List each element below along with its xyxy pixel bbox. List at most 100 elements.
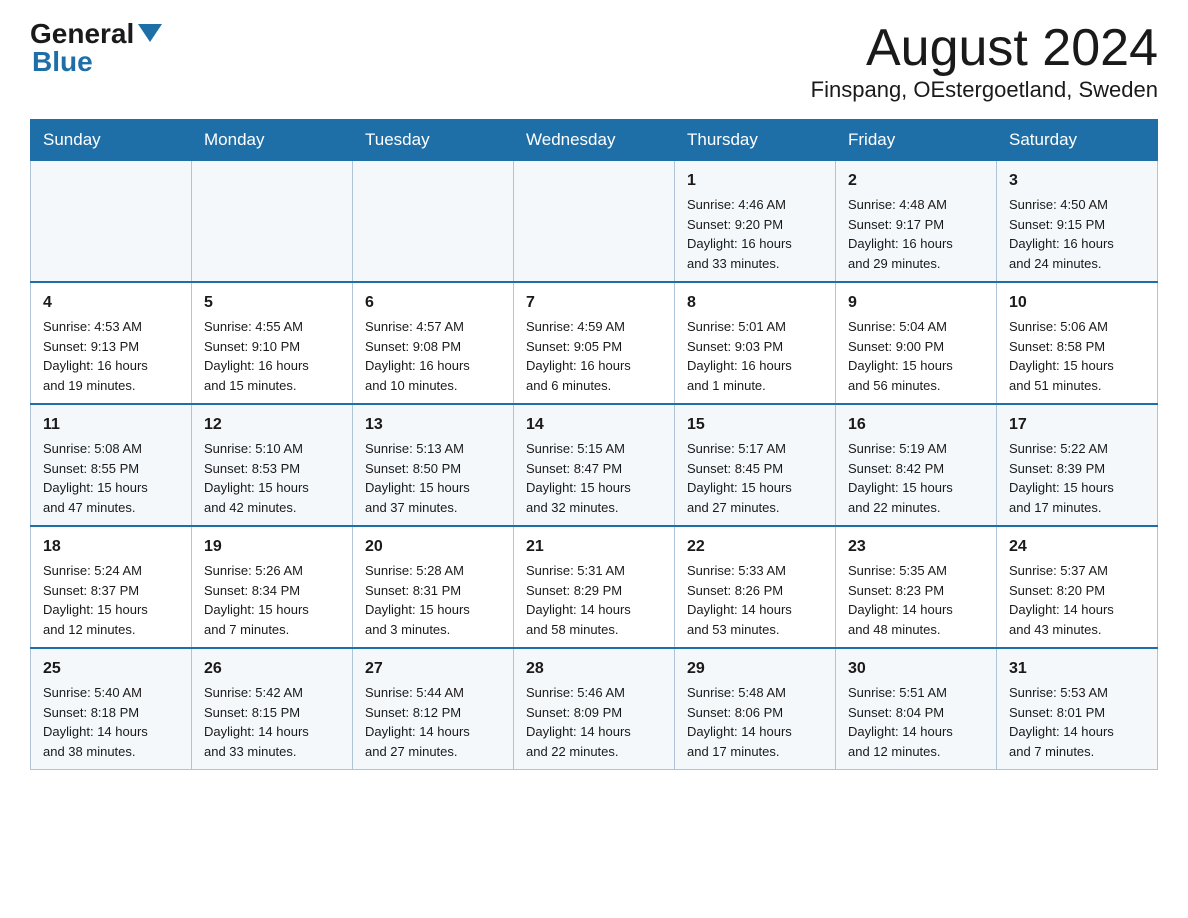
day-number: 13: [365, 413, 501, 437]
calendar-cell-0-6: 3Sunrise: 4:50 AM Sunset: 9:15 PM Daylig…: [997, 161, 1158, 283]
day-number: 9: [848, 291, 984, 315]
calendar-cell-3-1: 19Sunrise: 5:26 AM Sunset: 8:34 PM Dayli…: [192, 526, 353, 648]
day-info: Sunrise: 5:15 AM Sunset: 8:47 PM Dayligh…: [526, 439, 662, 517]
location-title: Finspang, OEstergoetland, Sweden: [811, 77, 1158, 103]
day-info: Sunrise: 5:06 AM Sunset: 8:58 PM Dayligh…: [1009, 317, 1145, 395]
day-number: 29: [687, 657, 823, 681]
month-title: August 2024: [811, 20, 1158, 77]
day-number: 27: [365, 657, 501, 681]
week-row-5: 25Sunrise: 5:40 AM Sunset: 8:18 PM Dayli…: [31, 648, 1158, 770]
day-info: Sunrise: 5:10 AM Sunset: 8:53 PM Dayligh…: [204, 439, 340, 517]
calendar-cell-1-2: 6Sunrise: 4:57 AM Sunset: 9:08 PM Daylig…: [353, 282, 514, 404]
day-number: 23: [848, 535, 984, 559]
day-info: Sunrise: 4:48 AM Sunset: 9:17 PM Dayligh…: [848, 195, 984, 273]
calendar-cell-0-4: 1Sunrise: 4:46 AM Sunset: 9:20 PM Daylig…: [675, 161, 836, 283]
calendar-cell-4-5: 30Sunrise: 5:51 AM Sunset: 8:04 PM Dayli…: [836, 648, 997, 770]
day-info: Sunrise: 5:53 AM Sunset: 8:01 PM Dayligh…: [1009, 683, 1145, 761]
day-number: 4: [43, 291, 179, 315]
calendar-cell-3-4: 22Sunrise: 5:33 AM Sunset: 8:26 PM Dayli…: [675, 526, 836, 648]
day-number: 18: [43, 535, 179, 559]
calendar-cell-4-3: 28Sunrise: 5:46 AM Sunset: 8:09 PM Dayli…: [514, 648, 675, 770]
logo: General Blue: [30, 20, 162, 76]
day-number: 14: [526, 413, 662, 437]
logo-general: General: [30, 20, 162, 48]
calendar-cell-0-1: [192, 161, 353, 283]
day-info: Sunrise: 5:08 AM Sunset: 8:55 PM Dayligh…: [43, 439, 179, 517]
day-info: Sunrise: 5:28 AM Sunset: 8:31 PM Dayligh…: [365, 561, 501, 639]
day-info: Sunrise: 5:42 AM Sunset: 8:15 PM Dayligh…: [204, 683, 340, 761]
day-number: 30: [848, 657, 984, 681]
calendar-cell-4-2: 27Sunrise: 5:44 AM Sunset: 8:12 PM Dayli…: [353, 648, 514, 770]
day-info: Sunrise: 5:26 AM Sunset: 8:34 PM Dayligh…: [204, 561, 340, 639]
day-info: Sunrise: 5:48 AM Sunset: 8:06 PM Dayligh…: [687, 683, 823, 761]
day-number: 10: [1009, 291, 1145, 315]
weekday-header-row: SundayMondayTuesdayWednesdayThursdayFrid…: [31, 120, 1158, 161]
calendar-cell-2-1: 12Sunrise: 5:10 AM Sunset: 8:53 PM Dayli…: [192, 404, 353, 526]
day-number: 1: [687, 169, 823, 193]
day-number: 28: [526, 657, 662, 681]
day-number: 11: [43, 413, 179, 437]
calendar-cell-2-2: 13Sunrise: 5:13 AM Sunset: 8:50 PM Dayli…: [353, 404, 514, 526]
day-info: Sunrise: 4:50 AM Sunset: 9:15 PM Dayligh…: [1009, 195, 1145, 273]
week-row-4: 18Sunrise: 5:24 AM Sunset: 8:37 PM Dayli…: [31, 526, 1158, 648]
day-info: Sunrise: 5:17 AM Sunset: 8:45 PM Dayligh…: [687, 439, 823, 517]
weekday-header-sunday: Sunday: [31, 120, 192, 161]
calendar-cell-0-3: [514, 161, 675, 283]
day-number: 17: [1009, 413, 1145, 437]
day-info: Sunrise: 5:19 AM Sunset: 8:42 PM Dayligh…: [848, 439, 984, 517]
day-info: Sunrise: 5:40 AM Sunset: 8:18 PM Dayligh…: [43, 683, 179, 761]
day-number: 16: [848, 413, 984, 437]
day-number: 31: [1009, 657, 1145, 681]
weekday-header-monday: Monday: [192, 120, 353, 161]
day-number: 25: [43, 657, 179, 681]
weekday-header-friday: Friday: [836, 120, 997, 161]
calendar-cell-1-6: 10Sunrise: 5:06 AM Sunset: 8:58 PM Dayli…: [997, 282, 1158, 404]
weekday-header-tuesday: Tuesday: [353, 120, 514, 161]
calendar-cell-0-0: [31, 161, 192, 283]
weekday-header-thursday: Thursday: [675, 120, 836, 161]
day-number: 26: [204, 657, 340, 681]
calendar-cell-3-5: 23Sunrise: 5:35 AM Sunset: 8:23 PM Dayli…: [836, 526, 997, 648]
weekday-header-wednesday: Wednesday: [514, 120, 675, 161]
calendar-cell-1-1: 5Sunrise: 4:55 AM Sunset: 9:10 PM Daylig…: [192, 282, 353, 404]
day-info: Sunrise: 4:55 AM Sunset: 9:10 PM Dayligh…: [204, 317, 340, 395]
logo-arrow-icon: [138, 24, 162, 42]
calendar-cell-3-3: 21Sunrise: 5:31 AM Sunset: 8:29 PM Dayli…: [514, 526, 675, 648]
calendar-cell-4-1: 26Sunrise: 5:42 AM Sunset: 8:15 PM Dayli…: [192, 648, 353, 770]
day-info: Sunrise: 5:33 AM Sunset: 8:26 PM Dayligh…: [687, 561, 823, 639]
day-number: 20: [365, 535, 501, 559]
calendar-cell-1-3: 7Sunrise: 4:59 AM Sunset: 9:05 PM Daylig…: [514, 282, 675, 404]
day-info: Sunrise: 4:57 AM Sunset: 9:08 PM Dayligh…: [365, 317, 501, 395]
day-info: Sunrise: 5:51 AM Sunset: 8:04 PM Dayligh…: [848, 683, 984, 761]
day-number: 19: [204, 535, 340, 559]
day-info: Sunrise: 5:24 AM Sunset: 8:37 PM Dayligh…: [43, 561, 179, 639]
week-row-2: 4Sunrise: 4:53 AM Sunset: 9:13 PM Daylig…: [31, 282, 1158, 404]
calendar-cell-2-0: 11Sunrise: 5:08 AM Sunset: 8:55 PM Dayli…: [31, 404, 192, 526]
day-info: Sunrise: 5:35 AM Sunset: 8:23 PM Dayligh…: [848, 561, 984, 639]
day-info: Sunrise: 4:59 AM Sunset: 9:05 PM Dayligh…: [526, 317, 662, 395]
day-number: 5: [204, 291, 340, 315]
calendar-cell-1-0: 4Sunrise: 4:53 AM Sunset: 9:13 PM Daylig…: [31, 282, 192, 404]
day-number: 24: [1009, 535, 1145, 559]
day-number: 21: [526, 535, 662, 559]
day-info: Sunrise: 4:53 AM Sunset: 9:13 PM Dayligh…: [43, 317, 179, 395]
day-number: 6: [365, 291, 501, 315]
calendar-cell-0-2: [353, 161, 514, 283]
week-row-3: 11Sunrise: 5:08 AM Sunset: 8:55 PM Dayli…: [31, 404, 1158, 526]
day-info: Sunrise: 4:46 AM Sunset: 9:20 PM Dayligh…: [687, 195, 823, 273]
day-info: Sunrise: 5:13 AM Sunset: 8:50 PM Dayligh…: [365, 439, 501, 517]
day-info: Sunrise: 5:31 AM Sunset: 8:29 PM Dayligh…: [526, 561, 662, 639]
title-area: August 2024 Finspang, OEstergoetland, Sw…: [811, 20, 1158, 103]
day-number: 2: [848, 169, 984, 193]
day-info: Sunrise: 5:01 AM Sunset: 9:03 PM Dayligh…: [687, 317, 823, 395]
logo-blue-text: Blue: [32, 48, 93, 76]
calendar-cell-2-4: 15Sunrise: 5:17 AM Sunset: 8:45 PM Dayli…: [675, 404, 836, 526]
calendar-cell-4-4: 29Sunrise: 5:48 AM Sunset: 8:06 PM Dayli…: [675, 648, 836, 770]
calendar-cell-1-4: 8Sunrise: 5:01 AM Sunset: 9:03 PM Daylig…: [675, 282, 836, 404]
day-number: 22: [687, 535, 823, 559]
week-row-1: 1Sunrise: 4:46 AM Sunset: 9:20 PM Daylig…: [31, 161, 1158, 283]
header: General Blue August 2024 Finspang, OEste…: [30, 20, 1158, 103]
calendar-cell-1-5: 9Sunrise: 5:04 AM Sunset: 9:00 PM Daylig…: [836, 282, 997, 404]
calendar-cell-4-0: 25Sunrise: 5:40 AM Sunset: 8:18 PM Dayli…: [31, 648, 192, 770]
day-info: Sunrise: 5:46 AM Sunset: 8:09 PM Dayligh…: [526, 683, 662, 761]
